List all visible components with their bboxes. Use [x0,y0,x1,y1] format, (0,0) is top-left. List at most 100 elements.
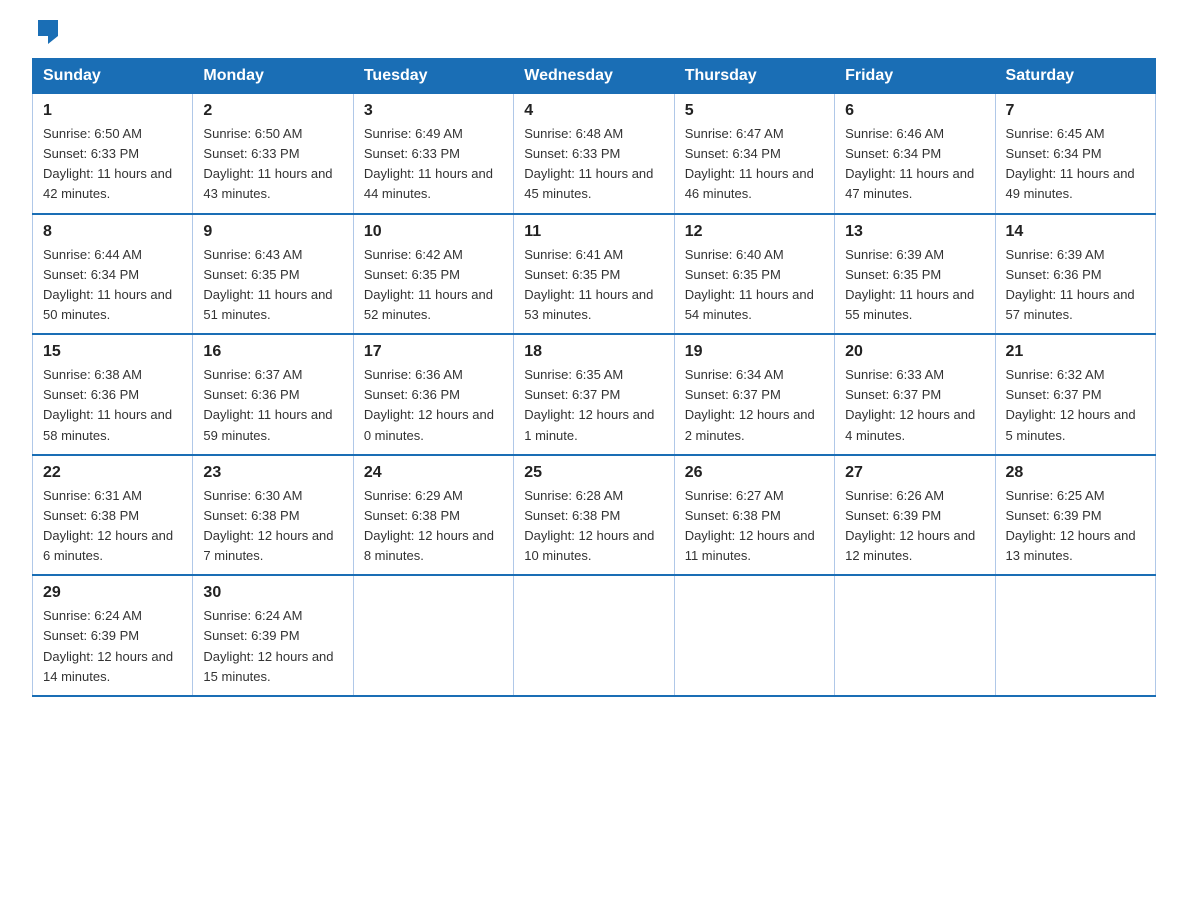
logo [32,24,62,40]
day-info: Sunrise: 6:42 AMSunset: 6:35 PMDaylight:… [364,245,503,326]
calendar-cell: 15 Sunrise: 6:38 AMSunset: 6:36 PMDaylig… [33,334,193,455]
calendar-week-row: 1 Sunrise: 6:50 AMSunset: 6:33 PMDayligh… [33,94,1156,214]
day-info: Sunrise: 6:34 AMSunset: 6:37 PMDaylight:… [685,365,824,446]
day-info: Sunrise: 6:35 AMSunset: 6:37 PMDaylight:… [524,365,663,446]
logo-flag-icon [34,16,62,44]
calendar-header-sunday: Sunday [33,59,193,94]
day-info: Sunrise: 6:43 AMSunset: 6:35 PMDaylight:… [203,245,342,326]
calendar-week-row: 8 Sunrise: 6:44 AMSunset: 6:34 PMDayligh… [33,214,1156,335]
day-number: 10 [364,223,503,241]
calendar-cell: 11 Sunrise: 6:41 AMSunset: 6:35 PMDaylig… [514,214,674,335]
day-info: Sunrise: 6:48 AMSunset: 6:33 PMDaylight:… [524,124,663,205]
day-number: 1 [43,102,182,120]
day-number: 12 [685,223,824,241]
calendar-week-row: 15 Sunrise: 6:38 AMSunset: 6:36 PMDaylig… [33,334,1156,455]
day-number: 15 [43,343,182,361]
calendar-cell: 3 Sunrise: 6:49 AMSunset: 6:33 PMDayligh… [353,94,513,214]
day-number: 23 [203,464,342,482]
calendar-header-saturday: Saturday [995,59,1155,94]
calendar-header-friday: Friday [835,59,995,94]
day-number: 9 [203,223,342,241]
day-number: 14 [1006,223,1145,241]
day-number: 3 [364,102,503,120]
day-info: Sunrise: 6:36 AMSunset: 6:36 PMDaylight:… [364,365,503,446]
day-number: 5 [685,102,824,120]
calendar-cell: 18 Sunrise: 6:35 AMSunset: 6:37 PMDaylig… [514,334,674,455]
day-number: 26 [685,464,824,482]
day-number: 20 [845,343,984,361]
day-info: Sunrise: 6:44 AMSunset: 6:34 PMDaylight:… [43,245,182,326]
day-info: Sunrise: 6:47 AMSunset: 6:34 PMDaylight:… [685,124,824,205]
calendar-cell: 23 Sunrise: 6:30 AMSunset: 6:38 PMDaylig… [193,455,353,576]
day-info: Sunrise: 6:37 AMSunset: 6:36 PMDaylight:… [203,365,342,446]
day-info: Sunrise: 6:27 AMSunset: 6:38 PMDaylight:… [685,486,824,567]
calendar-week-row: 29 Sunrise: 6:24 AMSunset: 6:39 PMDaylig… [33,575,1156,696]
day-number: 2 [203,102,342,120]
day-info: Sunrise: 6:33 AMSunset: 6:37 PMDaylight:… [845,365,984,446]
calendar-cell: 1 Sunrise: 6:50 AMSunset: 6:33 PMDayligh… [33,94,193,214]
day-info: Sunrise: 6:50 AMSunset: 6:33 PMDaylight:… [203,124,342,205]
calendar-header-thursday: Thursday [674,59,834,94]
day-info: Sunrise: 6:40 AMSunset: 6:35 PMDaylight:… [685,245,824,326]
calendar-week-row: 22 Sunrise: 6:31 AMSunset: 6:38 PMDaylig… [33,455,1156,576]
day-number: 24 [364,464,503,482]
day-number: 11 [524,223,663,241]
calendar-cell: 8 Sunrise: 6:44 AMSunset: 6:34 PMDayligh… [33,214,193,335]
calendar-table: SundayMondayTuesdayWednesdayThursdayFrid… [32,58,1156,697]
page-header [32,24,1156,40]
day-info: Sunrise: 6:39 AMSunset: 6:36 PMDaylight:… [1006,245,1145,326]
day-number: 28 [1006,464,1145,482]
day-info: Sunrise: 6:25 AMSunset: 6:39 PMDaylight:… [1006,486,1145,567]
calendar-cell [995,575,1155,696]
calendar-cell [353,575,513,696]
day-info: Sunrise: 6:46 AMSunset: 6:34 PMDaylight:… [845,124,984,205]
calendar-cell: 17 Sunrise: 6:36 AMSunset: 6:36 PMDaylig… [353,334,513,455]
calendar-cell: 7 Sunrise: 6:45 AMSunset: 6:34 PMDayligh… [995,94,1155,214]
day-info: Sunrise: 6:29 AMSunset: 6:38 PMDaylight:… [364,486,503,567]
calendar-cell: 20 Sunrise: 6:33 AMSunset: 6:37 PMDaylig… [835,334,995,455]
calendar-cell [674,575,834,696]
calendar-cell: 13 Sunrise: 6:39 AMSunset: 6:35 PMDaylig… [835,214,995,335]
calendar-cell: 2 Sunrise: 6:50 AMSunset: 6:33 PMDayligh… [193,94,353,214]
day-number: 17 [364,343,503,361]
calendar-cell: 10 Sunrise: 6:42 AMSunset: 6:35 PMDaylig… [353,214,513,335]
calendar-cell: 28 Sunrise: 6:25 AMSunset: 6:39 PMDaylig… [995,455,1155,576]
day-number: 25 [524,464,663,482]
calendar-header-monday: Monday [193,59,353,94]
calendar-cell: 24 Sunrise: 6:29 AMSunset: 6:38 PMDaylig… [353,455,513,576]
calendar-header-tuesday: Tuesday [353,59,513,94]
day-number: 8 [43,223,182,241]
day-number: 21 [1006,343,1145,361]
calendar-cell [514,575,674,696]
calendar-cell: 5 Sunrise: 6:47 AMSunset: 6:34 PMDayligh… [674,94,834,214]
day-number: 19 [685,343,824,361]
calendar-cell: 14 Sunrise: 6:39 AMSunset: 6:36 PMDaylig… [995,214,1155,335]
day-info: Sunrise: 6:31 AMSunset: 6:38 PMDaylight:… [43,486,182,567]
day-info: Sunrise: 6:49 AMSunset: 6:33 PMDaylight:… [364,124,503,205]
calendar-cell: 21 Sunrise: 6:32 AMSunset: 6:37 PMDaylig… [995,334,1155,455]
day-number: 13 [845,223,984,241]
day-info: Sunrise: 6:39 AMSunset: 6:35 PMDaylight:… [845,245,984,326]
day-number: 4 [524,102,663,120]
day-number: 6 [845,102,984,120]
day-number: 30 [203,584,342,602]
day-number: 7 [1006,102,1145,120]
calendar-cell: 30 Sunrise: 6:24 AMSunset: 6:39 PMDaylig… [193,575,353,696]
day-info: Sunrise: 6:38 AMSunset: 6:36 PMDaylight:… [43,365,182,446]
day-info: Sunrise: 6:28 AMSunset: 6:38 PMDaylight:… [524,486,663,567]
calendar-cell [835,575,995,696]
calendar-cell: 16 Sunrise: 6:37 AMSunset: 6:36 PMDaylig… [193,334,353,455]
day-info: Sunrise: 6:41 AMSunset: 6:35 PMDaylight:… [524,245,663,326]
calendar-cell: 29 Sunrise: 6:24 AMSunset: 6:39 PMDaylig… [33,575,193,696]
day-number: 16 [203,343,342,361]
day-info: Sunrise: 6:32 AMSunset: 6:37 PMDaylight:… [1006,365,1145,446]
day-info: Sunrise: 6:50 AMSunset: 6:33 PMDaylight:… [43,124,182,205]
day-number: 27 [845,464,984,482]
calendar-cell: 22 Sunrise: 6:31 AMSunset: 6:38 PMDaylig… [33,455,193,576]
calendar-cell: 6 Sunrise: 6:46 AMSunset: 6:34 PMDayligh… [835,94,995,214]
calendar-header-row: SundayMondayTuesdayWednesdayThursdayFrid… [33,59,1156,94]
day-info: Sunrise: 6:26 AMSunset: 6:39 PMDaylight:… [845,486,984,567]
day-number: 29 [43,584,182,602]
day-info: Sunrise: 6:30 AMSunset: 6:38 PMDaylight:… [203,486,342,567]
calendar-cell: 4 Sunrise: 6:48 AMSunset: 6:33 PMDayligh… [514,94,674,214]
